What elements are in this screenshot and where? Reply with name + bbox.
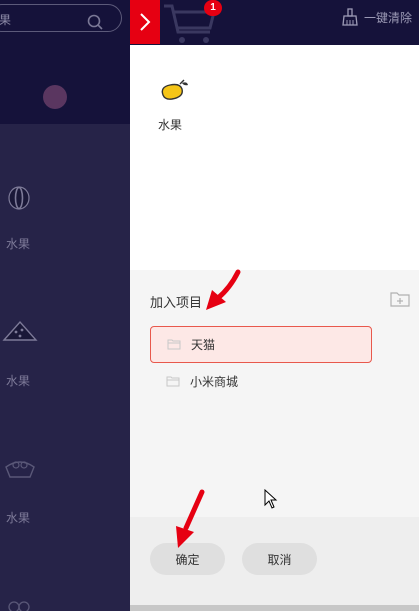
collapse-panel-button[interactable] [130,0,160,44]
project-item-tmall[interactable]: 天猫 [150,326,372,363]
annotation-arrow-icon [206,269,241,310]
search-input[interactable]: 果 [0,4,122,32]
clear-all-label: 一键清除 [364,10,413,25]
item-label: 水果 [158,118,183,132]
mouse-cursor-icon [264,489,278,509]
search-placeholder: 果 [0,13,12,27]
partial-icon [8,601,30,611]
basket-icon [5,461,35,478]
category-label: 水果 [5,237,30,251]
avatar [43,85,67,109]
cancel-button[interactable]: 取消 [242,543,317,575]
annotation-arrow-icon [176,489,205,548]
project-label: 小米商城 [190,375,239,389]
category-label: 水果 [5,511,30,525]
add-folder-icon[interactable] [390,291,410,307]
mango-icon[interactable] [154,79,194,103]
search-icon[interactable] [87,14,103,30]
project-item-xiaomi-mall[interactable]: 小米商城 [150,363,372,400]
folder-icon [166,376,180,387]
broom-icon [342,8,358,26]
clear-all-button[interactable]: 一键清除 [342,8,412,26]
chevron-right-icon [140,13,151,31]
section-title: 加入项目 [150,295,203,310]
melon-icon [8,186,30,210]
screen: 果 水果 水果 水果 1 一键清除 水果 加入项目 天猫 小米商城 确定 取消 [0,0,419,611]
project-label: 天猫 [191,338,216,352]
cart-count-badge: 1 [204,0,222,16]
category-label: 水果 [5,374,30,388]
watermelon-slice-icon [2,320,38,341]
bottom-edge [130,605,419,611]
folder-icon [167,339,181,350]
